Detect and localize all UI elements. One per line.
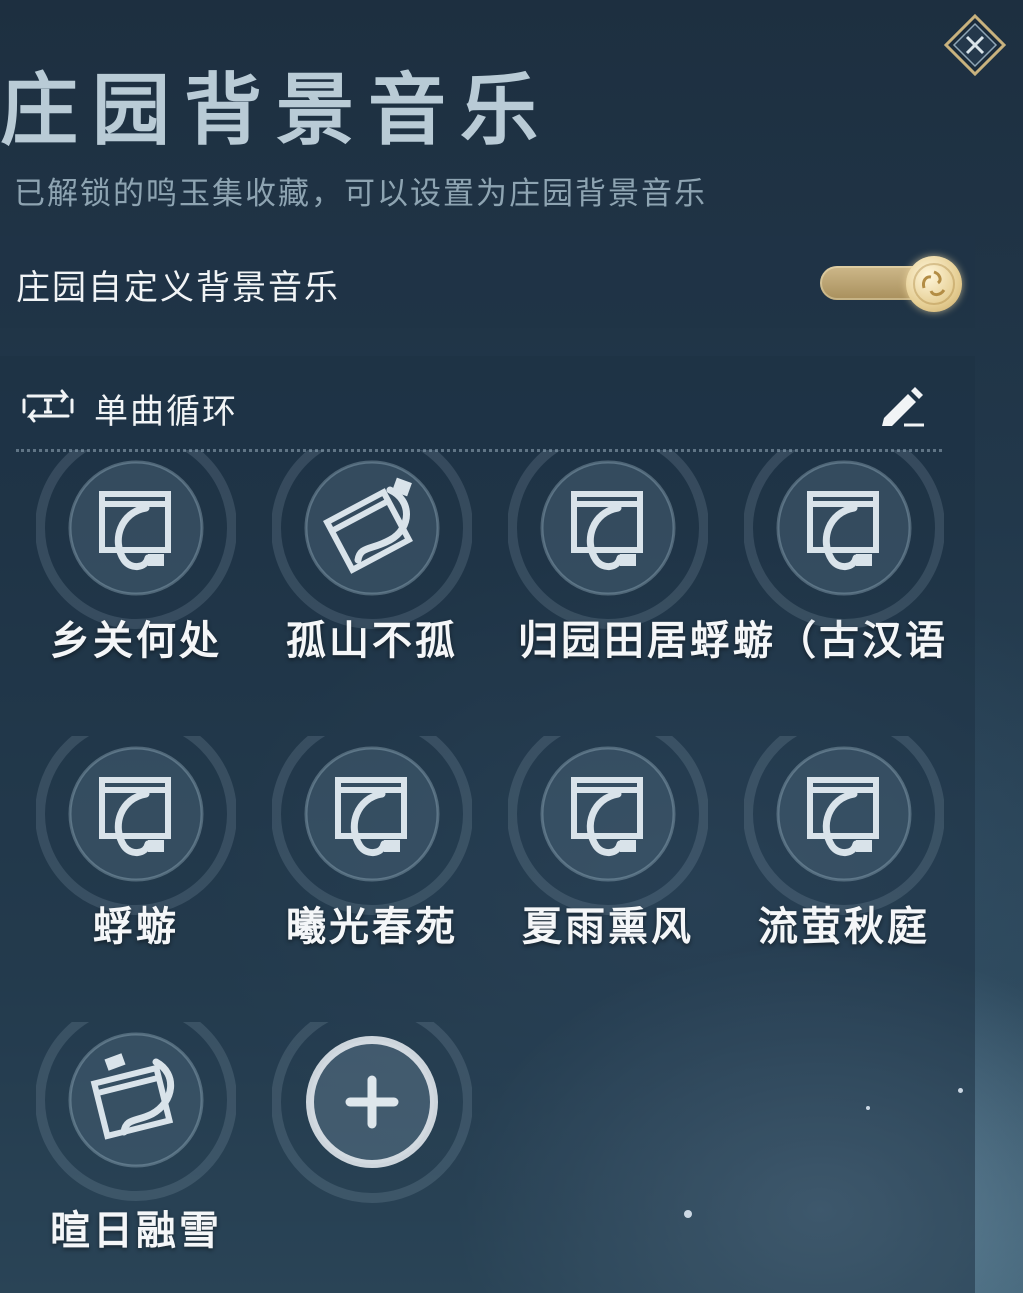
edit-button[interactable] [878, 382, 928, 428]
plus-icon [272, 1022, 472, 1203]
tilted-scroll-brush-icon [36, 1022, 236, 1201]
track-title: 流萤秋庭 [758, 903, 930, 950]
track-tile[interactable]: 暄日融雪 [18, 1022, 254, 1272]
track-title: 蜉蝣 [93, 903, 179, 950]
repeat-one-icon [22, 389, 74, 423]
track-title: 曦光春苑 [286, 903, 458, 950]
custom-music-toggle[interactable] [820, 256, 964, 312]
sparkle [866, 1106, 870, 1110]
playback-mode-label: 单曲循环 [94, 392, 238, 432]
track-tile[interactable]: 流萤秋庭 [726, 736, 962, 986]
scroll-brush-icon [744, 450, 944, 629]
track-tile[interactable]: 孤山不孤 [254, 450, 490, 700]
track-title: 孤山不孤 [286, 617, 458, 664]
track-tile[interactable]: 乡关何处 [18, 450, 254, 700]
track-tile[interactable]: 归园田居蜉蝣（古汉语 [490, 450, 945, 700]
track-tile[interactable]: 夏雨熏风 [490, 736, 726, 986]
add-track-button[interactable] [254, 1022, 490, 1272]
custom-music-label: 庄园自定义背景音乐 [16, 268, 340, 308]
swirl-icon [913, 263, 955, 305]
track-title: 暄日融雪 [50, 1207, 222, 1254]
custom-music-panel: 庄园自定义背景音乐 [0, 236, 975, 328]
track-title: 乡关何处 [50, 617, 222, 664]
close-icon [943, 13, 1007, 77]
track-title: 夏雨熏风 [522, 903, 694, 950]
track-tile[interactable]: 蜉蝣 [18, 736, 254, 986]
track-tile[interactable]: 曦光春苑 [254, 736, 490, 986]
close-button[interactable] [943, 13, 1007, 77]
page-title: 庄园背景音乐 [0, 65, 553, 156]
toggle-knob [906, 256, 962, 312]
sparkle [958, 1088, 963, 1093]
track-tile[interactable] [726, 450, 962, 700]
page-subtitle: 已解锁的鸣玉集收藏，可以设置为庄园背景音乐 [14, 176, 707, 212]
sparkle [684, 1210, 692, 1218]
pencil-icon [882, 387, 924, 427]
